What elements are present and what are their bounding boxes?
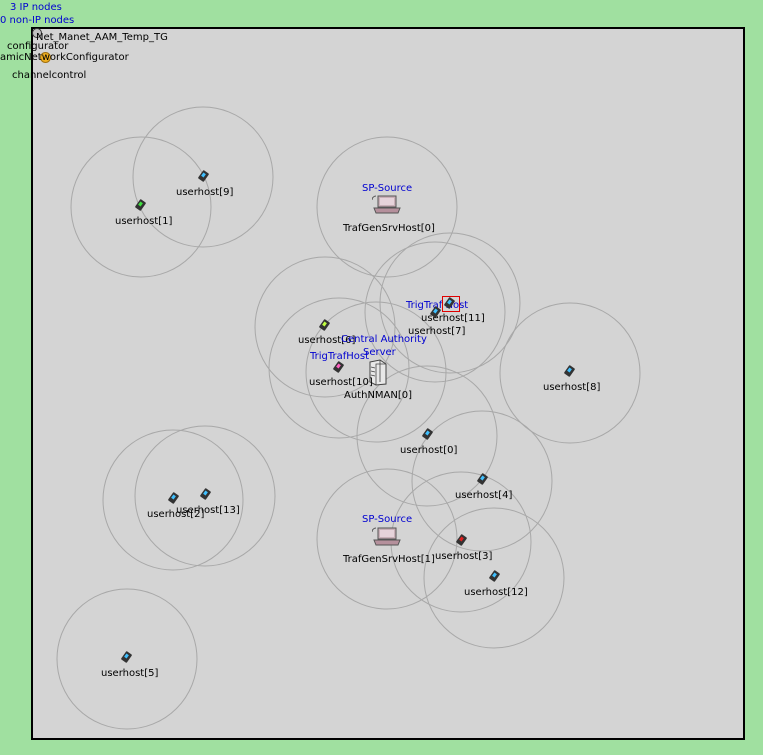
userhost1-label: userhost[1] <box>115 216 173 227</box>
trafgen1-tag: SP-Source <box>362 514 413 525</box>
ip-node-count: 3 IP nodes <box>10 2 62 13</box>
userhost2-icon[interactable] <box>167 491 180 505</box>
non-ip-node-count: 0 non-IP nodes <box>0 15 75 26</box>
userhost8-icon[interactable] <box>563 364 576 378</box>
configurator-label[interactable]: configurator <box>7 41 68 52</box>
userhost5-icon[interactable] <box>120 650 133 664</box>
userhost3-icon[interactable] <box>455 533 468 547</box>
trafgen1-label: TrafGenSrvHost[1] <box>343 554 435 565</box>
simulation-arena[interactable] <box>31 27 745 740</box>
userhost5-label: userhost[5] <box>101 668 159 679</box>
userhost3-label: userhost[3] <box>435 551 493 562</box>
channelcontrol-label[interactable]: channelcontrol <box>12 70 86 81</box>
userhost10-label: userhost[10] <box>309 377 373 388</box>
userhost6-icon[interactable] <box>318 318 331 332</box>
userhost8-label: userhost[8] <box>543 382 601 393</box>
userhost0-icon[interactable] <box>421 427 434 441</box>
authnman-label: AuthNMAN[0] <box>344 390 413 401</box>
userhost11-icon[interactable] <box>443 296 456 310</box>
userhost13-icon[interactable] <box>199 487 212 501</box>
trafgen0-tag: SP-Source <box>362 183 413 194</box>
userhost7-icon[interactable] <box>429 305 442 319</box>
userhost4-label: userhost[4] <box>455 490 513 501</box>
trig10-tag: TrigTrafHost <box>310 351 370 362</box>
laptop-icon[interactable] <box>372 194 402 216</box>
trafgen0-label: TrafGenSrvHost[0] <box>343 223 435 234</box>
userhost9-label: userhost[9] <box>176 187 234 198</box>
userhost13-label: userhost[13] <box>176 505 240 516</box>
userhost0-label: userhost[0] <box>400 445 458 456</box>
authnman-tag-line1: Central Authority <box>341 334 427 345</box>
userhost12-icon[interactable] <box>488 569 501 583</box>
userhost9-icon[interactable] <box>197 169 210 183</box>
userhost10-icon[interactable] <box>332 360 345 374</box>
userhost1-icon[interactable] <box>134 198 147 212</box>
laptop-icon[interactable] <box>372 526 402 548</box>
userhost12-label: userhost[12] <box>464 587 528 598</box>
configurator-type-label: amicNetworkConfigurator <box>0 52 129 63</box>
userhost4-icon[interactable] <box>476 472 489 486</box>
